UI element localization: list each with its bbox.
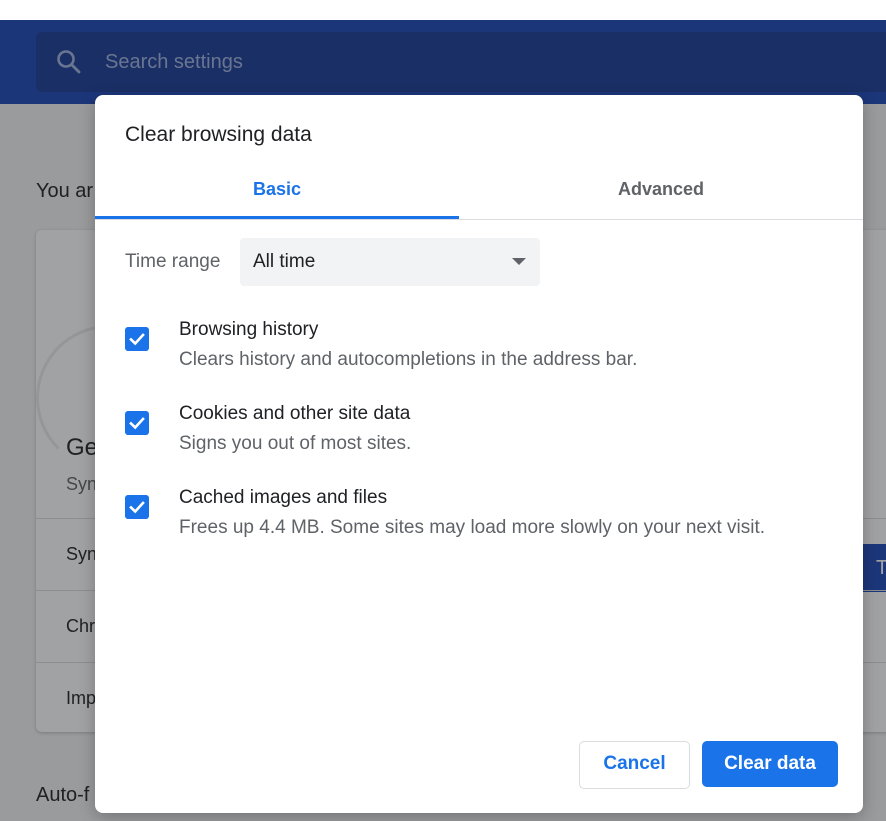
time-range-value: All time <box>253 251 316 272</box>
option-browsing-history: Browsing history Clears history and auto… <box>125 319 845 379</box>
tab-advanced[interactable]: Advanced <box>479 167 843 217</box>
checkmark-icon <box>129 501 145 514</box>
time-range-select[interactable]: All time <box>240 238 540 286</box>
tab-bar: Basic Advanced <box>95 167 863 220</box>
clear-data-button[interactable]: Clear data <box>702 741 838 787</box>
option-title: Browsing history <box>179 319 319 340</box>
clear-browsing-data-dialog: Clear browsing data Basic Advanced Time … <box>95 95 863 813</box>
cached-images-checkbox[interactable] <box>125 495 149 519</box>
cancel-button[interactable]: Cancel <box>579 741 690 789</box>
checkmark-icon <box>129 333 145 346</box>
browsing-history-checkbox[interactable] <box>125 327 149 351</box>
option-description: Frees up 4.4 MB. Some sites may load mor… <box>179 517 766 538</box>
dropdown-arrow-icon <box>512 258 526 265</box>
option-description: Signs you out of most sites. <box>179 433 412 454</box>
window-top-strip <box>0 0 886 20</box>
option-cookies: Cookies and other site data Signs you ou… <box>125 403 845 463</box>
cookies-checkbox[interactable] <box>125 411 149 435</box>
time-range-label: Time range <box>125 251 221 272</box>
option-description: Clears history and autocompletions in th… <box>179 349 638 370</box>
dialog-title: Clear browsing data <box>125 123 312 146</box>
option-cached-images: Cached images and files Frees up 4.4 MB.… <box>125 487 845 547</box>
checkmark-icon <box>129 417 145 430</box>
option-title: Cached images and files <box>179 487 388 508</box>
tab-basic[interactable]: Basic <box>95 167 459 217</box>
selected-tab-indicator <box>95 216 459 219</box>
option-title: Cookies and other site data <box>179 403 411 424</box>
